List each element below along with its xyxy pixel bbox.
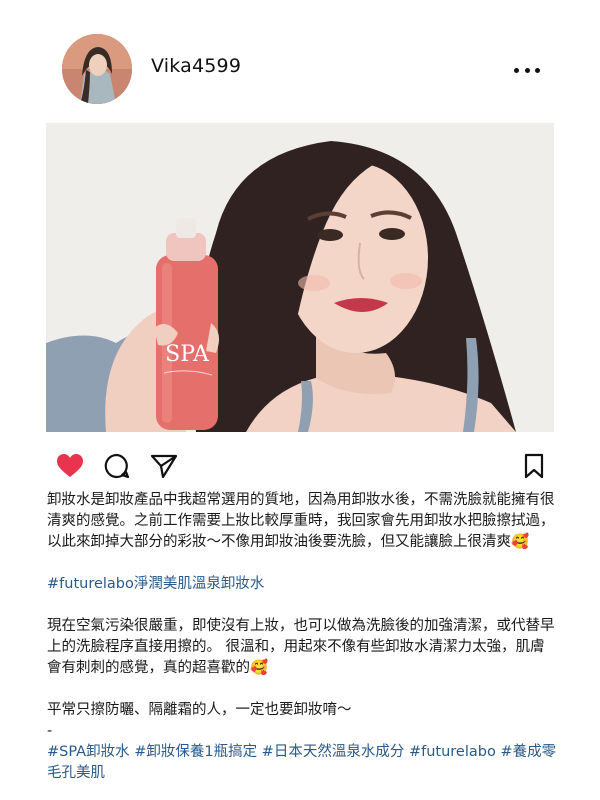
- more-options-icon[interactable]: [514, 64, 540, 76]
- caption-paragraph: 現在空氣污染很嚴重，即使沒有上妝，也可以做為洗臉後的加強清潔，或代替早上的洗臉程…: [47, 618, 555, 676]
- post-header: Vika4599: [0, 0, 600, 120]
- bookmark-button[interactable]: [523, 453, 545, 483]
- avatar-image: [62, 34, 132, 104]
- hashtag-link[interactable]: #futurelabo淨潤美肌溫泉卸妝水: [47, 574, 557, 595]
- caption-separator: -: [47, 723, 53, 739]
- dot-icon: [514, 67, 519, 73]
- post-caption: 卸妝水是卸妝產品中我超常選用的質地，因為用卸妝水後，不需洗臉就能擁有很清爽的感覺…: [47, 490, 557, 784]
- dot-icon: [535, 67, 540, 73]
- comment-button[interactable]: [104, 453, 130, 483]
- action-bar: [0, 445, 600, 485]
- instagram-post: Vika4599 SPA 卸妝水是卸妝產品中我超常選用的質地，因為用卸妝水後，不…: [0, 0, 600, 800]
- avatar[interactable]: [62, 34, 132, 104]
- bookmark-icon: [524, 453, 544, 479]
- bottle-label: SPA: [165, 342, 210, 367]
- caption-paragraph: 平常只擦防曬、隔離霜的人，一定也要卸妝唷～: [47, 702, 352, 718]
- send-icon: [150, 454, 178, 479]
- caption-paragraph: 卸妝水是卸妝產品中我超常選用的質地，因為用卸妝水後，不需洗臉就能擁有很清爽的感覺…: [47, 492, 555, 550]
- like-button[interactable]: [56, 453, 84, 482]
- heart-icon: [57, 454, 83, 477]
- photo-illustration: SPA: [46, 123, 554, 432]
- post-photo[interactable]: SPA: [46, 123, 554, 432]
- share-button[interactable]: [150, 453, 178, 483]
- dot-icon: [524, 67, 530, 73]
- hashtag-list[interactable]: #SPA卸妝水 #卸妝保養1瓶搞定 #日本天然溫泉水成分 #futurelabo…: [47, 742, 557, 784]
- comment-icon: [104, 453, 130, 479]
- username[interactable]: Vika4599: [151, 55, 241, 77]
